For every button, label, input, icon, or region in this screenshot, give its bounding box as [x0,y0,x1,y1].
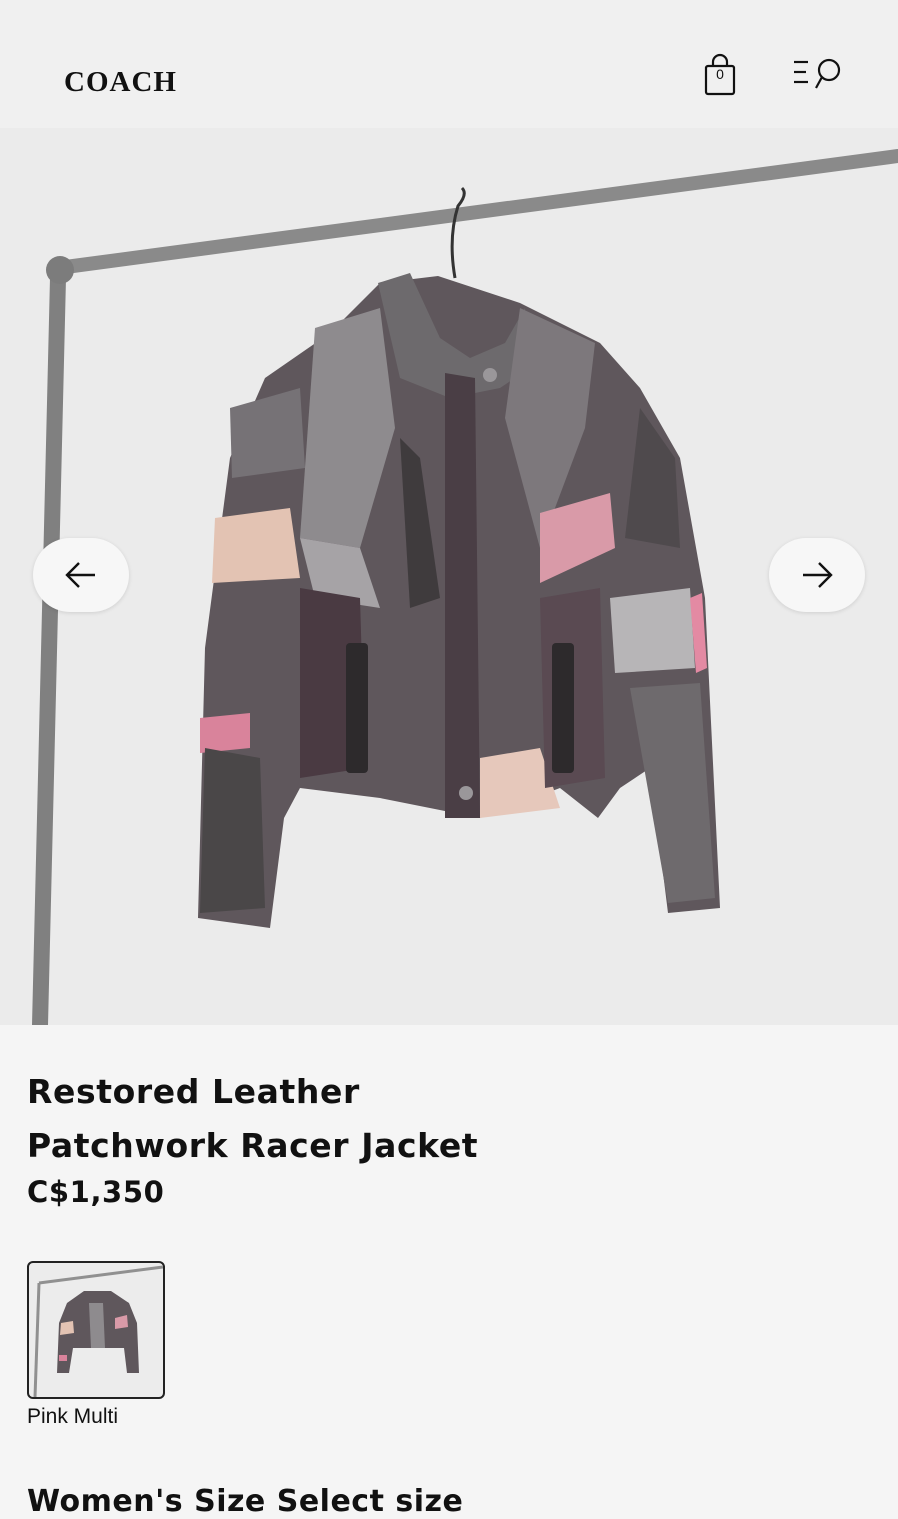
site-header: COACH 0 [0,0,898,128]
color-swatch-pink-multi[interactable] [27,1261,165,1399]
swatch-thumbnail [33,1265,163,1397]
coach-logo[interactable]: COACH [64,66,177,99]
product-price: C$1,350 [27,1175,165,1209]
previous-image-button[interactable] [33,538,129,612]
product-image-gallery[interactable] [0,128,898,1025]
arrow-right-icon [803,562,833,588]
arrow-left-icon [65,562,95,588]
product-image [32,149,898,1025]
product-title: Restored Leather Patchwork Racer Jacket [27,1065,867,1173]
shopping-bag-button[interactable]: 0 [700,52,740,98]
swatch-label: Pink Multi [27,1405,119,1428]
product-title-line2: Patchwork Racer Jacket [27,1126,479,1165]
product-info: Restored Leather Patchwork Racer Jacket … [27,1065,867,1209]
next-image-button[interactable] [769,538,865,612]
bag-count: 0 [716,66,724,82]
menu-search-button[interactable] [790,52,846,96]
product-title-line1: Restored Leather [27,1072,360,1111]
menu-search-icon [794,58,841,89]
size-section-heading: Women's Size Select size [27,1484,464,1519]
